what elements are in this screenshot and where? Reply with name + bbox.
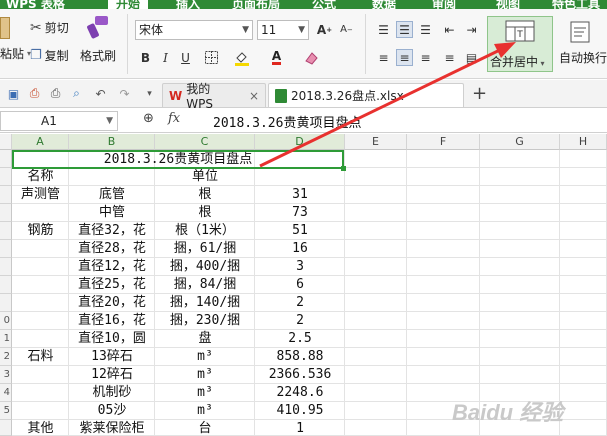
annotation-arrow — [259, 42, 516, 168]
